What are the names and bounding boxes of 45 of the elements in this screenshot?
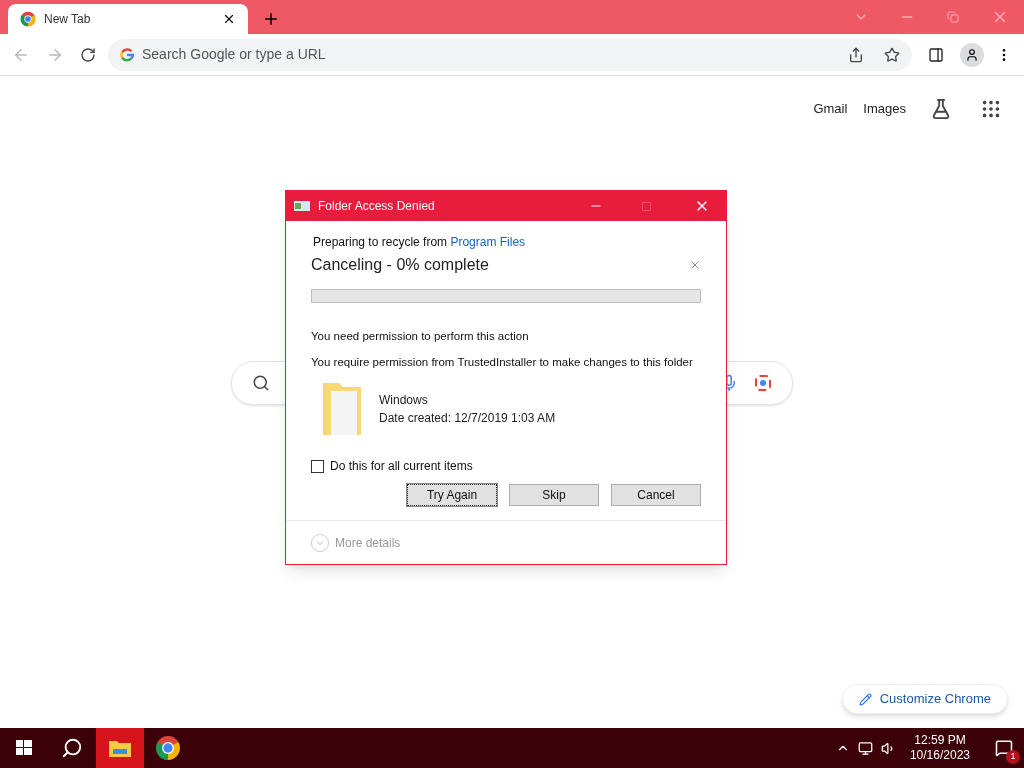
permission-message: You require permission from TrustedInstaller to make changes to this folder (311, 355, 694, 369)
side-panel-icon[interactable] (928, 46, 944, 63)
notification-count: 1 (1006, 750, 1020, 764)
checkbox-label: Do this for all current items (330, 458, 473, 475)
profile-avatar[interactable] (960, 42, 984, 67)
browser-tab[interactable]: New Tab (8, 4, 248, 34)
apps-grid-icon[interactable] (980, 98, 1002, 120)
header-link[interactable]: Gmail (813, 99, 848, 119)
progress-status: Canceling - 0% complete (311, 255, 490, 275)
address-input[interactable]: Search Google or type a URL (142, 44, 840, 65)
dialog-button[interactable]: Cancel (611, 484, 701, 506)
notification-center-icon[interactable] (995, 739, 1013, 757)
search-icon[interactable] (61, 737, 83, 759)
flask-icon[interactable] (930, 98, 952, 120)
folder-date: Date created: 12/7/2019 1:03 AM (379, 410, 556, 427)
search-icon (252, 374, 270, 392)
chrome-logo-icon (20, 11, 36, 27)
reload-icon[interactable] (80, 46, 96, 63)
chrome-logo-icon (155, 735, 181, 761)
folder-icon (108, 738, 132, 758)
source-folder-link[interactable]: Program Files (450, 235, 526, 249)
maximize-icon (641, 200, 652, 212)
folder-transfer-icon (294, 201, 310, 211)
google-logo-icon (120, 47, 134, 62)
dialog-title: Folder Access Denied (318, 198, 436, 215)
share-icon[interactable] (848, 46, 864, 63)
preparing-text: Preparing to recycle from Program Files (313, 234, 527, 251)
close-tab-icon[interactable] (222, 12, 236, 26)
dialog-button[interactable]: Skip (509, 484, 599, 506)
customize-chrome-button[interactable]: Customize Chrome (841, 684, 1008, 714)
tab-title: New Tab (44, 11, 92, 28)
network-icon[interactable] (857, 740, 873, 756)
clock-time[interactable]: 12:59 PM (914, 733, 966, 748)
dialog-button[interactable]: Try Again (407, 484, 497, 506)
header-link[interactable]: Images (863, 99, 906, 119)
folder-name: Windows (379, 392, 429, 409)
camera-lens-icon[interactable] (754, 374, 772, 392)
checkbox[interactable] (311, 459, 324, 473)
cancel-icon[interactable] (689, 259, 701, 271)
new-tab-icon[interactable] (262, 10, 280, 28)
address-bar[interactable]: Search Google or type a URL (108, 38, 912, 71)
bookmark-star-icon[interactable] (884, 46, 900, 63)
permission-message: You need permission to perform this action (311, 329, 530, 343)
clock-date[interactable]: 10/16/2023 (909, 748, 970, 763)
pencil-icon (858, 692, 872, 706)
